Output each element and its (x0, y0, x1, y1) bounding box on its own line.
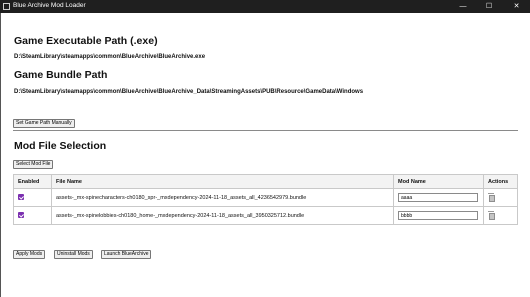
column-header-enabled: Enabled (13, 174, 52, 189)
title-bar: Blue Archive Mod Loader — ☐ ✕ (0, 0, 530, 13)
enabled-cell (13, 206, 52, 225)
file-name-cell: assets-_mx-spinecharacters-ch0180_spr-_m… (50, 188, 395, 207)
column-header-file-name: File Name (50, 174, 395, 189)
window-title: Blue Archive Mod Loader (13, 2, 86, 9)
enabled-checkbox[interactable] (18, 212, 24, 219)
table-row: assets-_mx-spinelobbies-ch0180_home-_mxd… (13, 206, 518, 225)
mod-name-cell (393, 188, 484, 207)
mod-table: Enabled File Name Mod Name Actions asset… (13, 174, 518, 225)
mod-name-cell (393, 206, 484, 225)
select-mod-file-button[interactable]: Select Mod File (13, 160, 54, 169)
mod-name-input[interactable] (398, 211, 479, 220)
bundle-path-value: D:\SteamLibrary\steamapps\common\BlueArc… (14, 89, 364, 95)
file-name-cell: assets-_mx-spinelobbies-ch0180_home-_mxd… (50, 206, 395, 225)
table-header-row: Enabled File Name Mod Name Actions (13, 174, 518, 189)
trash-icon[interactable] (488, 211, 496, 220)
minimize-button[interactable]: — (451, 0, 475, 13)
mod-selection-heading: Mod File Selection (14, 140, 107, 152)
main-content: Game Executable Path (.exe) D:\SteamLibr… (1, 13, 530, 297)
actions-cell (483, 188, 518, 207)
uninstall-mods-button[interactable]: Uninstall Mods (54, 250, 93, 259)
app-icon (3, 3, 10, 10)
column-header-mod-name: Mod Name (393, 174, 484, 189)
launch-game-button[interactable]: Launch BlueArchive (101, 250, 152, 259)
maximize-button[interactable]: ☐ (477, 0, 501, 13)
apply-mods-button[interactable]: Apply Mods (13, 250, 46, 259)
exe-path-value: D:\SteamLibrary\steamapps\common\BlueArc… (14, 54, 206, 60)
section-divider (13, 130, 518, 131)
mod-name-input[interactable] (398, 193, 479, 202)
exe-path-heading: Game Executable Path (.exe) (14, 35, 158, 47)
set-game-path-button[interactable]: Set Game Path Manually (13, 119, 75, 128)
enabled-checkbox[interactable] (18, 194, 24, 201)
close-button[interactable]: ✕ (503, 0, 530, 13)
table-row: assets-_mx-spinecharacters-ch0180_spr-_m… (13, 188, 518, 207)
enabled-cell (13, 188, 52, 207)
actions-cell (483, 206, 518, 225)
trash-icon[interactable] (488, 193, 496, 202)
bundle-path-heading: Game Bundle Path (14, 69, 108, 81)
column-header-actions: Actions (483, 174, 518, 189)
